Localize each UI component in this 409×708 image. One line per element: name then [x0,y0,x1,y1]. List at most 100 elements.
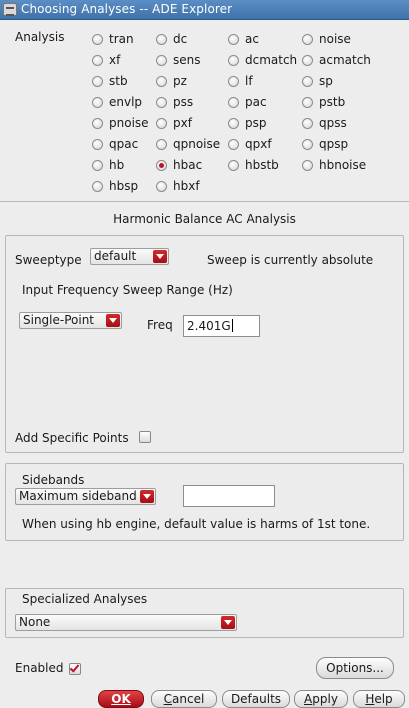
radio-hbac[interactable]: hbac [156,156,202,174]
radio-label: envlp [109,95,143,109]
radio-button-icon [302,96,313,108]
radio-label: ac [245,32,259,46]
checkmark-icon [69,662,80,673]
enabled-checkbox[interactable] [69,662,81,675]
radio-sp[interactable]: sp [302,72,333,90]
radio-pac[interactable]: pac [228,93,267,111]
analysis-label: Analysis [15,30,65,44]
radio-button-icon [302,159,313,171]
radio-label: hbstb [245,158,279,172]
radio-button-icon [302,54,313,66]
radio-button-icon [228,117,239,129]
radio-label: sp [319,74,333,88]
radio-pnoise[interactable]: pnoise [92,114,149,132]
radio-label: dc [173,32,188,46]
radio-label: qpxf [245,137,272,151]
freq-value: 2.401G [187,319,231,333]
radio-button-icon [228,54,239,66]
radio-button-icon [156,138,167,150]
sweeptype-select[interactable]: default [90,248,169,265]
radio-ac[interactable]: ac [228,30,259,48]
radio-envlp[interactable]: envlp [92,93,142,111]
radio-stb[interactable]: stb [92,72,128,90]
help-button[interactable]: Help [353,690,405,708]
radio-dcmatch[interactable]: dcmatch [228,51,297,69]
radio-acmatch[interactable]: acmatch [302,51,371,69]
ok-button[interactable]: OK [98,690,144,708]
text-caret [231,319,233,332]
radio-label: pac [245,95,267,109]
freq-input[interactable]: 2.401G [183,315,260,337]
title-bar: Choosing Analyses -- ADE Explorer [0,0,409,20]
radio-label: xf [109,53,121,67]
radio-button-icon [92,54,103,66]
radio-label: acmatch [319,53,371,67]
radio-hbsp[interactable]: hbsp [92,177,138,195]
radio-qpss[interactable]: qpss [302,114,347,132]
radio-label: qpnoise [173,137,221,151]
chevron-down-icon [106,314,120,327]
radio-button-icon [92,138,103,150]
radio-button-icon [228,33,239,45]
radio-label: pss [173,95,194,109]
radio-hbxf[interactable]: hbxf [156,177,200,195]
radio-label: lf [245,74,253,88]
radio-hb[interactable]: hb [92,156,124,174]
radio-label: qpss [319,116,347,130]
radio-button-icon [92,96,103,108]
radio-button-icon [156,75,167,87]
radio-button-icon [228,75,239,87]
radio-tran[interactable]: tran [92,30,134,48]
add-points-label: Add Specific Points [15,431,129,445]
specialized-value: None [19,615,51,629]
radio-button-icon [302,33,313,45]
radio-qpsp[interactable]: qpsp [302,135,348,153]
radio-pstb[interactable]: pstb [302,93,345,111]
radio-label: pxf [173,116,192,130]
radio-noise[interactable]: noise [302,30,351,48]
radio-button-icon [228,159,239,171]
radio-pxf[interactable]: pxf [156,114,192,132]
radio-qpxf[interactable]: qpxf [228,135,272,153]
radio-label: hbsp [109,179,139,193]
window-title: Choosing Analyses -- ADE Explorer [21,2,233,16]
radio-dc[interactable]: dc [156,30,187,48]
divider [0,201,409,202]
radio-qpnoise[interactable]: qpnoise [156,135,220,153]
options-button[interactable]: Options... [316,657,394,679]
radio-xf[interactable]: xf [92,51,120,69]
radio-pss[interactable]: pss [156,93,193,111]
radio-label: pz [173,74,187,88]
radio-label: qpac [109,137,139,151]
specialized-select[interactable]: None [15,614,237,631]
defaults-button[interactable]: Defaults [222,690,290,708]
sidebands-input[interactable] [183,485,275,507]
add-points-checkbox[interactable] [139,431,151,443]
apply-button[interactable]: Apply [294,690,348,708]
range-mode-select[interactable]: Single-Point [19,312,122,329]
chevron-down-icon [221,616,235,629]
radio-label: hb [109,158,125,172]
radio-button-icon [302,75,313,87]
radio-button-icon [302,117,313,129]
cancel-button[interactable]: Cancel [151,690,217,708]
radio-qpac[interactable]: qpac [92,135,138,153]
radio-lf[interactable]: lf [228,72,253,90]
radio-button-icon [92,33,103,45]
sweep-panel [5,235,404,453]
window-menu-icon[interactable] [3,3,17,16]
radio-button-icon [92,117,103,129]
radio-pz[interactable]: pz [156,72,187,90]
radio-hbnoise[interactable]: hbnoise [302,156,366,174]
radio-sens[interactable]: sens [156,51,201,69]
radio-button-icon [156,33,167,45]
radio-button-icon [156,180,167,192]
radio-hbstb[interactable]: hbstb [228,156,279,174]
enabled-label: Enabled [15,661,64,675]
freq-label: Freq [147,318,173,332]
radio-button-icon [92,159,103,171]
sidebands-mode-select[interactable]: Maximum sideband [15,488,156,505]
radio-label: stb [109,74,128,88]
radio-psp[interactable]: psp [228,114,267,132]
radio-button-icon [228,138,239,150]
